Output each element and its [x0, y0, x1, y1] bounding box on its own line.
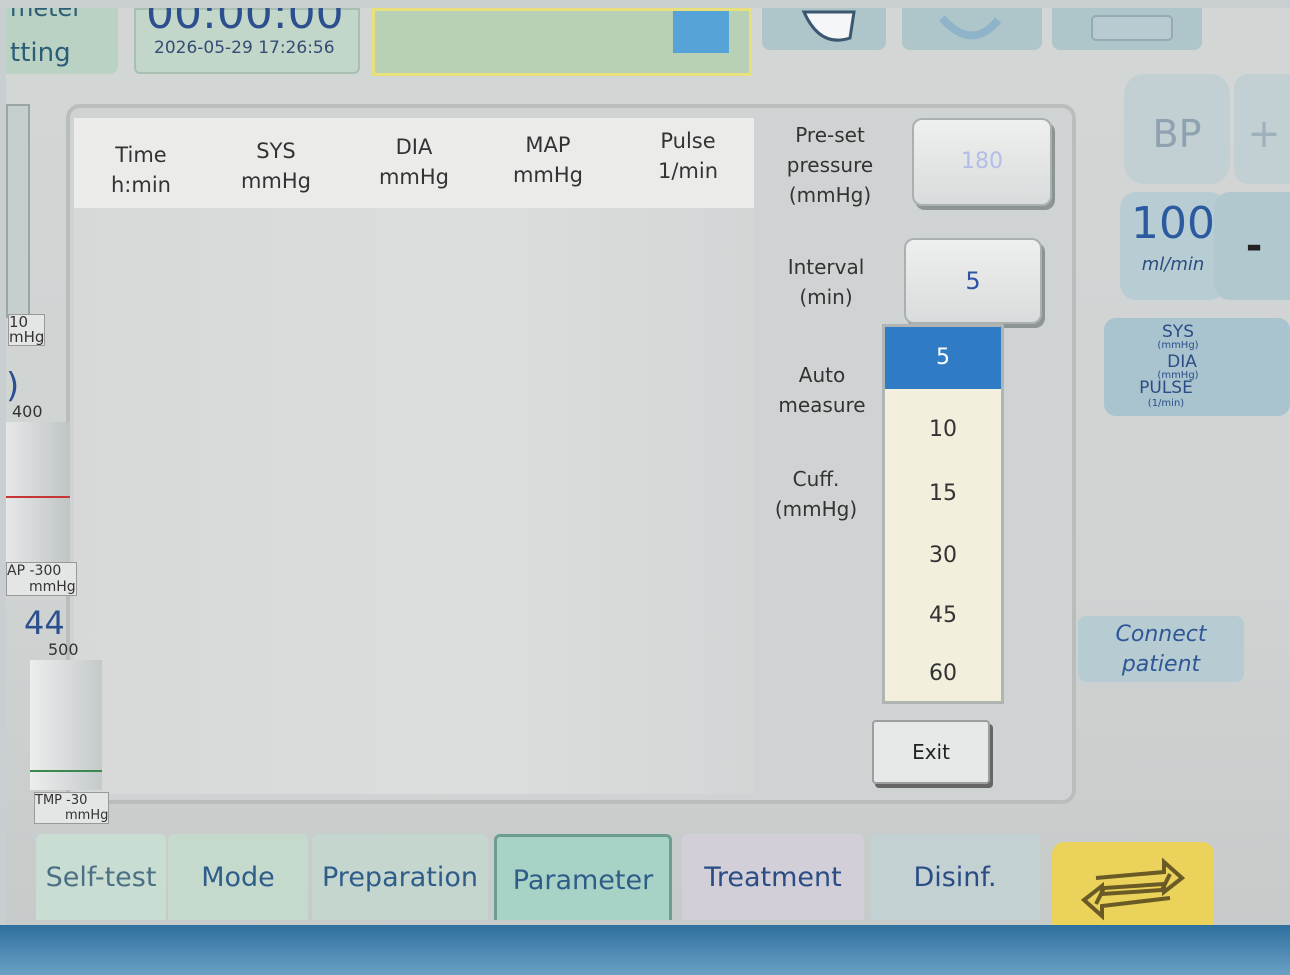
gauge-1-bar [6, 104, 30, 318]
gauge-2-marker [6, 496, 70, 498]
cycle-icon [1080, 857, 1186, 921]
gauge-1-unit: mHg [9, 328, 45, 346]
gauge-3-value: 44 [24, 604, 65, 642]
gauge-3-name: TMP [35, 793, 62, 808]
gauge-3-unit: mmHg [65, 808, 109, 823]
gauge-2-min: -300 [29, 563, 62, 579]
preset-pressure-label-line1: Pre-set [795, 123, 865, 147]
rate-unit: ml/min [1141, 254, 1205, 275]
gauge-2-unit: mmHg [29, 579, 76, 595]
mode-label-line2: tting [10, 38, 71, 68]
auto-measure-label: Auto measure [766, 360, 878, 420]
info-indicator [673, 11, 729, 53]
exit-button[interactable]: Exit [872, 720, 990, 784]
interval-option-30[interactable]: 30 [885, 525, 1001, 587]
top-icon-button-2[interactable] [902, 8, 1042, 50]
preset-pressure-button[interactable]: 180 [912, 118, 1052, 206]
gauge-1-label: 10 mHg [8, 314, 46, 346]
interval-label-line1: Interval [787, 255, 865, 279]
interval-dropdown[interactable]: 5 10 15 30 45 60 [882, 324, 1004, 704]
right-control-panel: BP + 100 ml/min - SYS (mmHg) DIA (mmHg) … [1070, 68, 1290, 828]
dia-label: DIA [1167, 352, 1197, 372]
connect-patient-button[interactable]: Connect patient [1078, 616, 1244, 682]
tab-treatment[interactable]: Treatment [682, 834, 864, 920]
preset-pressure-label-line2: pressure [786, 153, 874, 177]
rate-value: 100 [1131, 198, 1215, 249]
datetime: 2026-05-29 17:26:56 [154, 38, 335, 58]
refresh-icon [939, 15, 1002, 40]
pulse-unit: (1/min) [1147, 398, 1185, 409]
interval-option-15[interactable]: 15 [885, 463, 1001, 525]
col-pulse-name: Pulse [660, 129, 716, 153]
tab-mode[interactable]: Mode [168, 834, 308, 920]
cycle-button[interactable] [1052, 842, 1214, 934]
col-map-unit: mmHg [512, 163, 584, 187]
interval-value: 5 [965, 267, 981, 295]
col-pulse-unit: 1/min [657, 159, 719, 183]
pressure-gauges: 10 mHg ) 400 AP -300 mmHg 44 500 TMP -30… [6, 104, 116, 824]
interval-label-line2: (min) [799, 285, 853, 309]
pulse-label: PULSE [1139, 378, 1193, 398]
connect-line1: Connect [1115, 622, 1207, 647]
cuff-label-line2: (mmHg) [774, 497, 858, 521]
hand-icon [801, 10, 856, 42]
col-dia-name: DIA [395, 135, 433, 159]
interval-button[interactable]: 5 [904, 238, 1042, 324]
gauge-3-marker [30, 770, 102, 772]
col-pulse: Pulse 1/min [638, 126, 738, 186]
preset-pressure-value: 180 [961, 149, 1003, 174]
tab-parameter[interactable]: Parameter [494, 834, 672, 920]
tab-preparation[interactable]: Preparation [312, 834, 488, 920]
auto-measure-label-line1: Auto [798, 363, 846, 387]
device-screen: meter tting 00:00:00 2026-05-29 17:26:56… [6, 8, 1290, 975]
gauge-2-bar [6, 422, 70, 562]
col-sys: SYS mmHg [226, 136, 326, 196]
col-map-name: MAP [525, 133, 571, 157]
gauge-2-value: ) [6, 366, 20, 406]
treatment-timer: 00:00:00 2026-05-29 17:26:56 [134, 8, 360, 74]
mode-label-line1: meter [10, 8, 83, 22]
cuff-label-line1: Cuff. [792, 467, 840, 491]
connect-line2: patient [1121, 652, 1201, 677]
timer-value: 00:00:00 [146, 8, 344, 39]
measurement-table [74, 118, 754, 794]
gauge-3-bar [30, 660, 102, 790]
info-panel [372, 8, 752, 76]
tab-disinf[interactable]: Disinf. [870, 834, 1040, 920]
interval-option-45[interactable]: 45 [885, 585, 1001, 647]
gauge-3-max: 500 [48, 640, 79, 659]
interval-label: Interval (min) [770, 252, 882, 312]
gauge-3-min: -30 [66, 793, 88, 808]
plus-button[interactable]: + [1234, 74, 1290, 184]
device-icon [1091, 15, 1173, 41]
gauge-3-label: TMP -30 mmHg [34, 792, 110, 824]
col-map: MAP mmHg [498, 130, 598, 190]
col-sys-unit: mmHg [240, 169, 312, 193]
sys-label: SYS [1162, 322, 1194, 342]
interval-option-10[interactable]: 10 [885, 399, 1001, 461]
tab-self-test[interactable]: Self-test [36, 834, 166, 920]
top-icon-button-3[interactable] [1052, 8, 1202, 50]
col-dia: DIA mmHg [364, 132, 464, 192]
mode-label[interactable]: meter tting [6, 8, 118, 74]
preset-pressure-label-line3: (mmHg) [788, 183, 872, 207]
gauge-2-label: AP -300 mmHg [6, 562, 77, 596]
bp-vitals-button[interactable]: SYS (mmHg) DIA (mmHg) PULSE (1/min) [1104, 318, 1290, 416]
gauge-2-max: 400 [12, 402, 43, 421]
blood-flow-rate[interactable]: 100 ml/min [1120, 192, 1226, 300]
col-dia-unit: mmHg [378, 165, 450, 189]
bp-button[interactable]: BP [1124, 74, 1230, 184]
device-bezel [0, 925, 1290, 975]
top-icon-button-1[interactable] [762, 8, 886, 50]
measurement-table-header: Time h:min SYS mmHg DIA mmHg MAP mmHg Pu… [74, 118, 754, 208]
col-sys-name: SYS [256, 139, 296, 163]
auto-measure-label-line2: measure [778, 393, 866, 417]
gauge-2-name: AP [7, 563, 26, 579]
interval-option-5[interactable]: 5 [885, 327, 1001, 389]
interval-option-60[interactable]: 60 [885, 643, 1001, 705]
cuff-label: Cuff. (mmHg) [762, 464, 870, 524]
sys-unit: (mmHg) [1157, 340, 1199, 351]
preset-pressure-label: Pre-set pressure (mmHg) [770, 120, 890, 210]
minus-button[interactable]: - [1214, 192, 1290, 300]
